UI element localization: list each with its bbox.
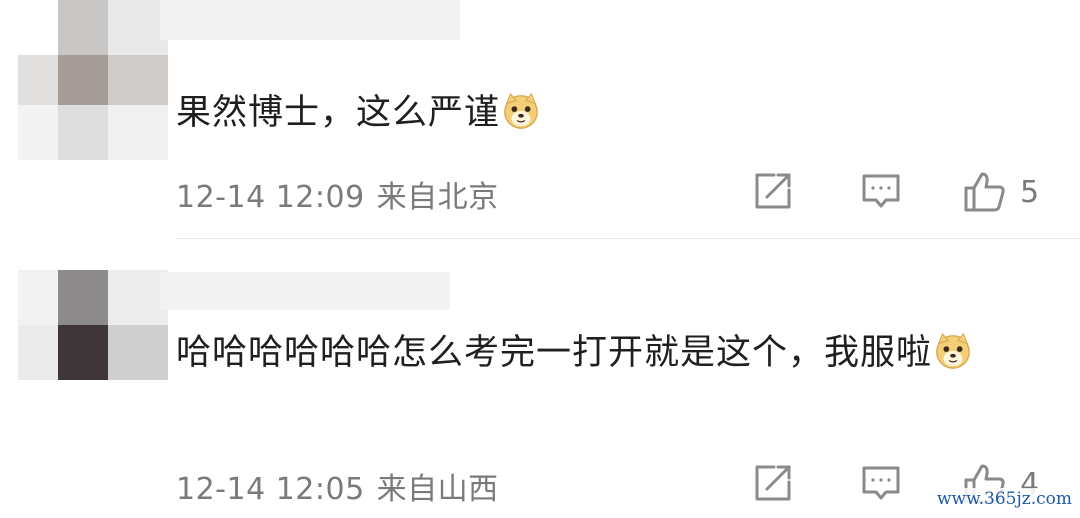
comment-text: 果然博士，这么严谨 [176,86,540,140]
avatar[interactable] [18,270,168,390]
doge-icon [936,332,970,369]
comment-location: 来自北京 [376,180,499,215]
share-icon[interactable] [752,170,794,212]
doge-icon [504,92,538,129]
comment-icon[interactable] [860,462,902,504]
like-button[interactable]: 5 [962,170,1039,214]
comment-body: 哈哈哈哈哈哈怎么考完一打开就是这个，我服啦 [176,333,933,373]
comment-body: 果然博士，这么严谨 [176,93,501,133]
comment-item: 哈哈哈哈哈哈怎么考完一打开就是这个，我服啦 12-14 12:05 来自山西 4 [0,262,1080,518]
comment-icon[interactable] [860,170,902,212]
username-blurred[interactable] [160,272,450,310]
comment-item: 果然博士，这么严谨 12-14 12:09 来自北京 5 [0,0,1080,240]
comment-meta: 12-14 12:09 来自北京 [176,172,499,216]
comment-location: 来自山西 [376,472,499,507]
avatar[interactable] [18,0,168,160]
watermark: www.365jz.com [933,488,1076,510]
thumbs-up-icon [964,172,1005,212]
comment-date: 12-14 12:09 [176,180,365,215]
username-blurred[interactable] [160,0,460,40]
comment-text: 哈哈哈哈哈哈怎么考完一打开就是这个，我服啦 [176,326,1036,380]
like-count: 5 [1020,174,1040,210]
comment-meta: 12-14 12:05 来自山西 [176,464,499,508]
share-icon[interactable] [752,462,794,504]
divider [176,238,1080,239]
comment-date: 12-14 12:05 [176,472,365,507]
